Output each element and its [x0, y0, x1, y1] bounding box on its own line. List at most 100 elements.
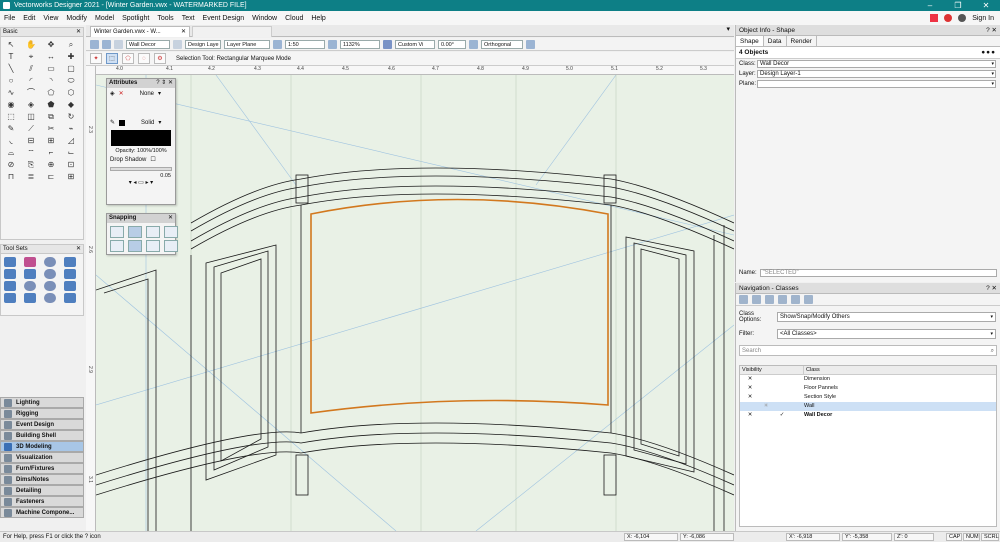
class-search-input[interactable]: Search ⌕	[739, 345, 997, 356]
preferences-icon[interactable]: ⚙	[154, 53, 166, 64]
grayed-cell[interactable]	[758, 384, 774, 393]
restore-icon[interactable]: ❐	[944, 0, 972, 11]
class-column-header[interactable]: Class	[804, 366, 820, 374]
close-icon[interactable]: ✕	[76, 245, 81, 254]
name-field[interactable]: "SELECTED"	[759, 268, 997, 277]
locus-tool-icon[interactable]: ✚	[64, 51, 78, 62]
plane-select[interactable]: ▾	[757, 80, 996, 88]
callout-tool-icon[interactable]: ⌖	[24, 51, 38, 62]
connect-tool-icon[interactable]: ⊞	[44, 135, 58, 146]
menu-edit[interactable]: Edit	[19, 15, 39, 22]
snap-to-intersection-icon[interactable]	[164, 226, 178, 238]
regular-polygon-tool-icon[interactable]: ⬡	[64, 87, 78, 98]
toolset-dims-notes[interactable]: Dims/Notes	[0, 474, 84, 485]
render-mode-icon[interactable]	[383, 39, 392, 49]
close-icon[interactable]: ✕	[181, 27, 186, 37]
flyover-tool-icon[interactable]: ✥	[44, 39, 58, 50]
offset-tool-icon[interactable]: ◫	[24, 111, 38, 122]
lasso-marquee-icon[interactable]: ◌	[138, 53, 150, 64]
pen-style-select[interactable]: Solid	[141, 120, 154, 126]
layer-icon[interactable]	[173, 39, 182, 49]
menu-tools[interactable]: Tools	[153, 15, 177, 22]
shape-tool-icon[interactable]: ◆	[64, 99, 78, 110]
drop-shadow-checkbox[interactable]: ☐	[150, 156, 155, 163]
text-tool-icon[interactable]: T	[4, 51, 18, 62]
visible-cell[interactable]: ✕	[742, 411, 758, 420]
close-icon[interactable]: ✕	[972, 0, 1000, 11]
nurbs-tool-icon[interactable]	[64, 281, 76, 291]
grayed-cell[interactable]	[758, 411, 774, 420]
oval-tool-icon[interactable]: ⬭	[64, 75, 78, 86]
dimension-tool-icon[interactable]: ↔	[44, 51, 58, 62]
plane-select[interactable]: Layer Plane	[224, 39, 270, 49]
extrude-tool-icon[interactable]	[4, 257, 16, 267]
taper-face-tool-icon[interactable]	[44, 281, 56, 291]
double-line-tool-icon[interactable]: ⫽	[24, 63, 38, 74]
visible-cell[interactable]: ✕	[742, 375, 758, 384]
fill-style-select[interactable]: None	[140, 91, 154, 97]
line-tool-icon[interactable]: ╲	[4, 63, 18, 74]
duplicate-tool-icon[interactable]: ⎘	[24, 159, 38, 170]
shell-solid-tool-icon[interactable]	[24, 281, 36, 291]
toolset-machine-components[interactable]: Machine Compone...	[0, 507, 84, 518]
join-tool-icon[interactable]: ⌙	[64, 147, 78, 158]
active-class-select[interactable]: Wall Decor	[126, 39, 170, 49]
search-icon[interactable]: ⌕	[991, 346, 994, 356]
no-fill-icon[interactable]: ✕	[119, 90, 124, 97]
notification-icon[interactable]	[944, 14, 953, 22]
push-pull-tool-icon[interactable]	[4, 269, 16, 279]
toolset-detailing[interactable]: Detailing	[0, 485, 84, 496]
frame-tool-icon[interactable]: ⊓	[4, 171, 18, 182]
view-select[interactable]: Custom Vi	[395, 39, 435, 49]
panel-controls[interactable]: ? ✕	[986, 25, 997, 36]
reshape-tool-icon[interactable]: ⬚	[4, 111, 18, 122]
new-tab[interactable]	[192, 26, 272, 37]
invisible-cell[interactable]	[774, 375, 790, 384]
table-row[interactable]: ✕ Dimension	[740, 375, 996, 384]
table-row[interactable]: ✳ Wall	[740, 402, 996, 411]
working-plane-tool-icon[interactable]	[64, 293, 76, 303]
cut-tool-icon[interactable]: ⌓	[4, 147, 18, 158]
user-icon[interactable]	[958, 14, 967, 22]
freehand-tool-icon[interactable]: ∿	[4, 87, 18, 98]
toolset-visualization[interactable]: Visualization	[0, 452, 84, 463]
tab-list-icon[interactable]: ▾	[726, 25, 730, 33]
snap-to-surface-icon[interactable]	[164, 240, 178, 252]
spline-tool-icon[interactable]: ⬟	[44, 99, 58, 110]
smart-edge-icon[interactable]	[128, 240, 142, 252]
drawing-canvas[interactable]	[96, 75, 734, 531]
active-layer-select[interactable]: Design Laye	[185, 39, 221, 49]
mirror-3d-tool-icon[interactable]	[24, 269, 36, 279]
rotate-plan-icon[interactable]	[469, 39, 478, 49]
table-row[interactable]: ✕ Section Style	[740, 393, 996, 402]
class-tags-icon[interactable]	[804, 295, 813, 304]
snap-to-tangent-icon[interactable]	[146, 240, 160, 252]
fillet-tool-icon[interactable]: ◟	[4, 135, 18, 146]
menu-event-design[interactable]: Event Design	[199, 15, 249, 22]
toolset-rigging[interactable]: Rigging	[0, 408, 84, 419]
duplicate-class-icon[interactable]	[765, 295, 774, 304]
angle-field[interactable]: 0.00°	[438, 39, 466, 49]
polyline-tool-icon[interactable]: ⌒	[24, 87, 38, 98]
polygon-marquee-icon[interactable]: ⬠	[122, 53, 134, 64]
selection-tool-icon[interactable]: ↖	[4, 39, 18, 50]
snap-to-grid-icon[interactable]	[110, 226, 124, 238]
break-tool-icon[interactable]: ⌔	[24, 147, 38, 158]
more-options-icon[interactable]: ●●●	[981, 47, 996, 59]
snap-to-angle-icon[interactable]	[146, 226, 160, 238]
smart-points-icon[interactable]	[110, 240, 124, 252]
menu-help[interactable]: Help	[307, 15, 329, 22]
helix-tool-icon[interactable]	[44, 293, 56, 303]
menu-spotlight[interactable]: Spotlight	[118, 15, 153, 22]
tab-shape[interactable]: Shape	[736, 36, 764, 46]
filter-select[interactable]: <All Classes> ▾	[777, 329, 996, 339]
deform-tool-icon[interactable]	[4, 293, 16, 303]
zoom-tool-icon[interactable]: ⌕	[64, 39, 78, 50]
menu-file[interactable]: File	[0, 15, 19, 22]
pan-tool-icon[interactable]: ✋	[24, 39, 38, 50]
pen-icon[interactable]: ✎	[110, 119, 115, 126]
chevron-down-icon[interactable]: ▾	[158, 119, 161, 126]
split-tool-icon[interactable]: ✂	[44, 123, 58, 134]
menu-text[interactable]: Text	[178, 15, 199, 22]
close-icon[interactable]: ✕	[168, 214, 173, 223]
